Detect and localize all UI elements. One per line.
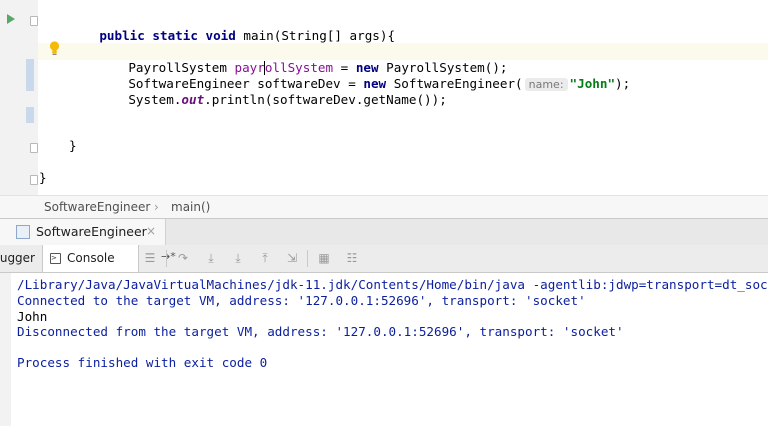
tab-console[interactable]: > Console →* xyxy=(42,245,176,272)
breadcrumb: SoftwareEngineer › main() xyxy=(0,195,768,218)
code-line-close-method: } xyxy=(69,138,77,153)
class-icon xyxy=(16,225,30,239)
console-line: /Library/Java/JavaVirtualMachines/jdk-11… xyxy=(17,277,768,292)
console-output[interactable]: /Library/Java/JavaVirtualMachines/jdk-11… xyxy=(0,273,768,426)
console-line: Process finished with exit code 0 xyxy=(17,355,268,370)
code-line-close-class: } xyxy=(39,170,47,185)
breadcrumb-class[interactable]: SoftwareEngineer xyxy=(44,200,150,214)
step-out-icon[interactable]: ⤒ xyxy=(257,250,273,266)
console-gutter xyxy=(0,273,11,426)
lightbulb-icon[interactable] xyxy=(49,41,60,56)
fold-marker-icon[interactable] xyxy=(30,175,38,185)
console-line: Disconnected from the target VM, address… xyxy=(17,324,624,339)
close-icon[interactable]: × xyxy=(146,224,156,238)
breadcrumb-separator: › xyxy=(154,200,159,214)
run-tab-bar: SoftwareEngineer × xyxy=(0,218,768,246)
step-into-icon[interactable]: ⤓ xyxy=(230,250,246,266)
fold-marker-icon[interactable] xyxy=(30,16,38,26)
console-line: John xyxy=(17,309,48,324)
step-over-icon[interactable]: ⤓ xyxy=(203,250,219,266)
debug-toolbar: Debugger > Console →* ☰ ↷ ⤓ ⤓ ⤒ ⇲ ▦ ☷ xyxy=(0,245,768,273)
breadcrumb-method[interactable]: main() xyxy=(171,200,210,214)
parameter-hint: name: xyxy=(524,78,568,91)
tab-debugger[interactable]: Debugger xyxy=(0,245,41,272)
fold-marker-icon[interactable] xyxy=(30,143,38,153)
console-line: Connected to the target VM, address: '12… xyxy=(17,293,586,308)
code-editor[interactable]: public static void main(String[] args){ … xyxy=(0,0,768,195)
change-marker xyxy=(26,59,34,91)
console-icon: > xyxy=(50,253,61,264)
run-gutter-icon[interactable] xyxy=(7,14,15,24)
show-execution-point-icon[interactable]: ↷ xyxy=(175,250,191,266)
trace-icon[interactable]: ☷ xyxy=(344,250,360,266)
run-to-cursor-icon[interactable]: ⇲ xyxy=(284,250,300,266)
editor-gutter[interactable] xyxy=(0,0,38,195)
code-line-print: System.out.println(softwareDev.getName()… xyxy=(128,92,447,107)
menu-lines-icon[interactable]: ☰ xyxy=(142,250,158,266)
run-config-tab[interactable]: SoftwareEngineer × xyxy=(0,219,166,245)
evaluate-expression-icon[interactable]: ▦ xyxy=(316,250,332,266)
change-marker xyxy=(26,107,34,123)
toolbar-separator xyxy=(307,250,308,267)
toolbar-separator xyxy=(166,250,167,267)
pin-arrow-icon[interactable]: →* xyxy=(161,250,176,263)
